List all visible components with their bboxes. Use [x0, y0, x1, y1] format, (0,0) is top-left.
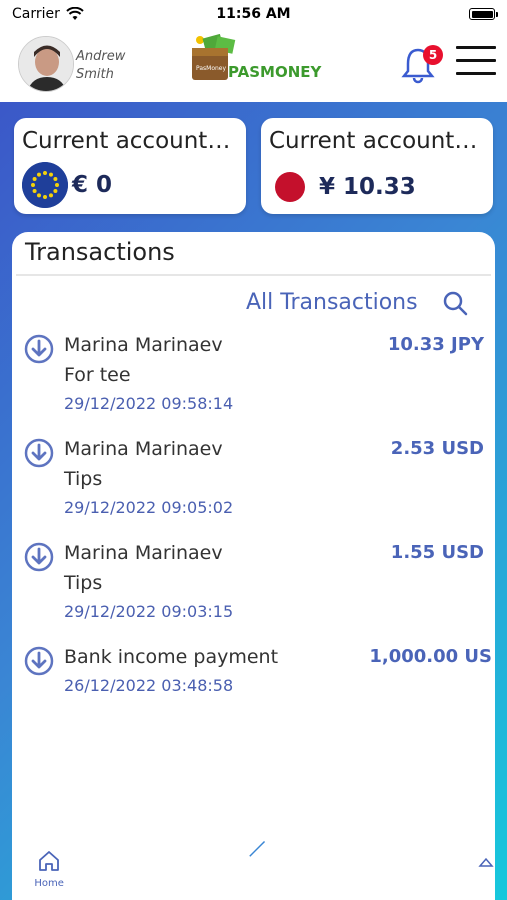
- paper-plane-icon: [237, 840, 266, 869]
- nav-send[interactable]: Send: [216, 836, 286, 888]
- incoming-arrow-icon: [24, 334, 54, 364]
- account-balance-row: ¥ 10.33: [269, 172, 416, 202]
- wifi-icon: [66, 7, 84, 20]
- account-card-jpy[interactable]: Current account… ¥ 10.33: [261, 118, 493, 214]
- user-name: Andrew Smith: [76, 48, 125, 84]
- transaction-name: Bank income payment: [64, 646, 279, 668]
- app-header: Andrew Smith PasMoney PASMONEY 5: [0, 28, 507, 102]
- transaction-note: For tee: [64, 364, 131, 386]
- transaction-note: Tips: [64, 572, 103, 594]
- transaction-date: 26/12/2022 03:48:58: [64, 676, 234, 695]
- nav-label: Top up: [132, 871, 166, 883]
- nav-label: Request: [333, 871, 374, 883]
- status-left: Carrier: [12, 6, 84, 22]
- search-icon[interactable]: [442, 290, 468, 316]
- user-last-name: Smith: [76, 67, 114, 82]
- transaction-date: 29/12/2022 09:05:02: [64, 498, 234, 517]
- notification-badge: 5: [423, 45, 443, 65]
- nav-top-up[interactable]: Top up: [114, 836, 184, 888]
- nav-home[interactable]: Home: [16, 842, 83, 894]
- account-balance-row: € 0: [22, 162, 112, 208]
- pasmoney-logo: PasMoney PASMONEY: [192, 34, 323, 81]
- transaction-amount: 10.33 JPY: [387, 334, 484, 355]
- avatar[interactable]: [18, 36, 74, 92]
- avatar-photo: [19, 37, 73, 91]
- transaction-amount: 1,000.00 US: [369, 646, 492, 667]
- nav-request[interactable]: Request: [319, 836, 389, 888]
- carrier-label: Carrier: [12, 6, 60, 22]
- user-first-name: Andrew: [76, 49, 126, 64]
- transaction-amount: 2.53 USD: [390, 438, 484, 459]
- transaction-note: Tips: [64, 468, 103, 490]
- home-icon: [39, 850, 59, 871]
- transaction-amount: 1.55 USD: [390, 542, 484, 563]
- plus-square-icon: [138, 843, 161, 866]
- all-transactions-link[interactable]: All Transactions: [246, 290, 418, 315]
- logo-text: PASMONEY: [228, 63, 323, 81]
- transactions-heading: Transactions: [16, 232, 491, 276]
- bottom-nav: Home Top up Send Request Cards: [0, 836, 507, 900]
- transaction-date: 29/12/2022 09:03:15: [64, 602, 234, 621]
- menu-icon[interactable]: [456, 46, 496, 80]
- transaction-name: Marina Marinaev: [64, 334, 223, 356]
- logo-wallet-label: PasMoney: [196, 65, 226, 72]
- nav-label: Send: [238, 874, 265, 886]
- transactions-panel: Transactions All Transactions Marina Mar…: [12, 232, 495, 900]
- nav-cards[interactable]: Cards: [421, 836, 491, 888]
- account-title: Current account…: [269, 128, 478, 154]
- transaction-date: 29/12/2022 09:58:14: [64, 394, 234, 413]
- account-balance: ¥ 10.33: [319, 174, 416, 200]
- nav-label: Home: [34, 877, 64, 889]
- japan-flag-icon: [275, 172, 305, 202]
- transaction-name: Marina Marinaev: [64, 438, 223, 460]
- transaction-name: Marina Marinaev: [64, 542, 223, 564]
- nav-label: Cards: [441, 871, 471, 883]
- eu-flag-icon: [22, 162, 68, 208]
- account-balance: € 0: [72, 172, 113, 198]
- account-title: Current account…: [22, 128, 231, 154]
- qr-code-icon: [341, 842, 366, 867]
- card-icon: [444, 845, 467, 864]
- status-bar: Carrier 11:56 AM: [0, 0, 507, 28]
- account-card-eur[interactable]: Current account… € 0: [14, 118, 246, 214]
- incoming-arrow-icon: [24, 438, 54, 468]
- incoming-arrow-icon: [24, 646, 54, 676]
- main-area: Current account… € 0 Current account… ¥ …: [0, 102, 507, 900]
- incoming-arrow-icon: [24, 542, 54, 572]
- battery-icon: [469, 8, 498, 20]
